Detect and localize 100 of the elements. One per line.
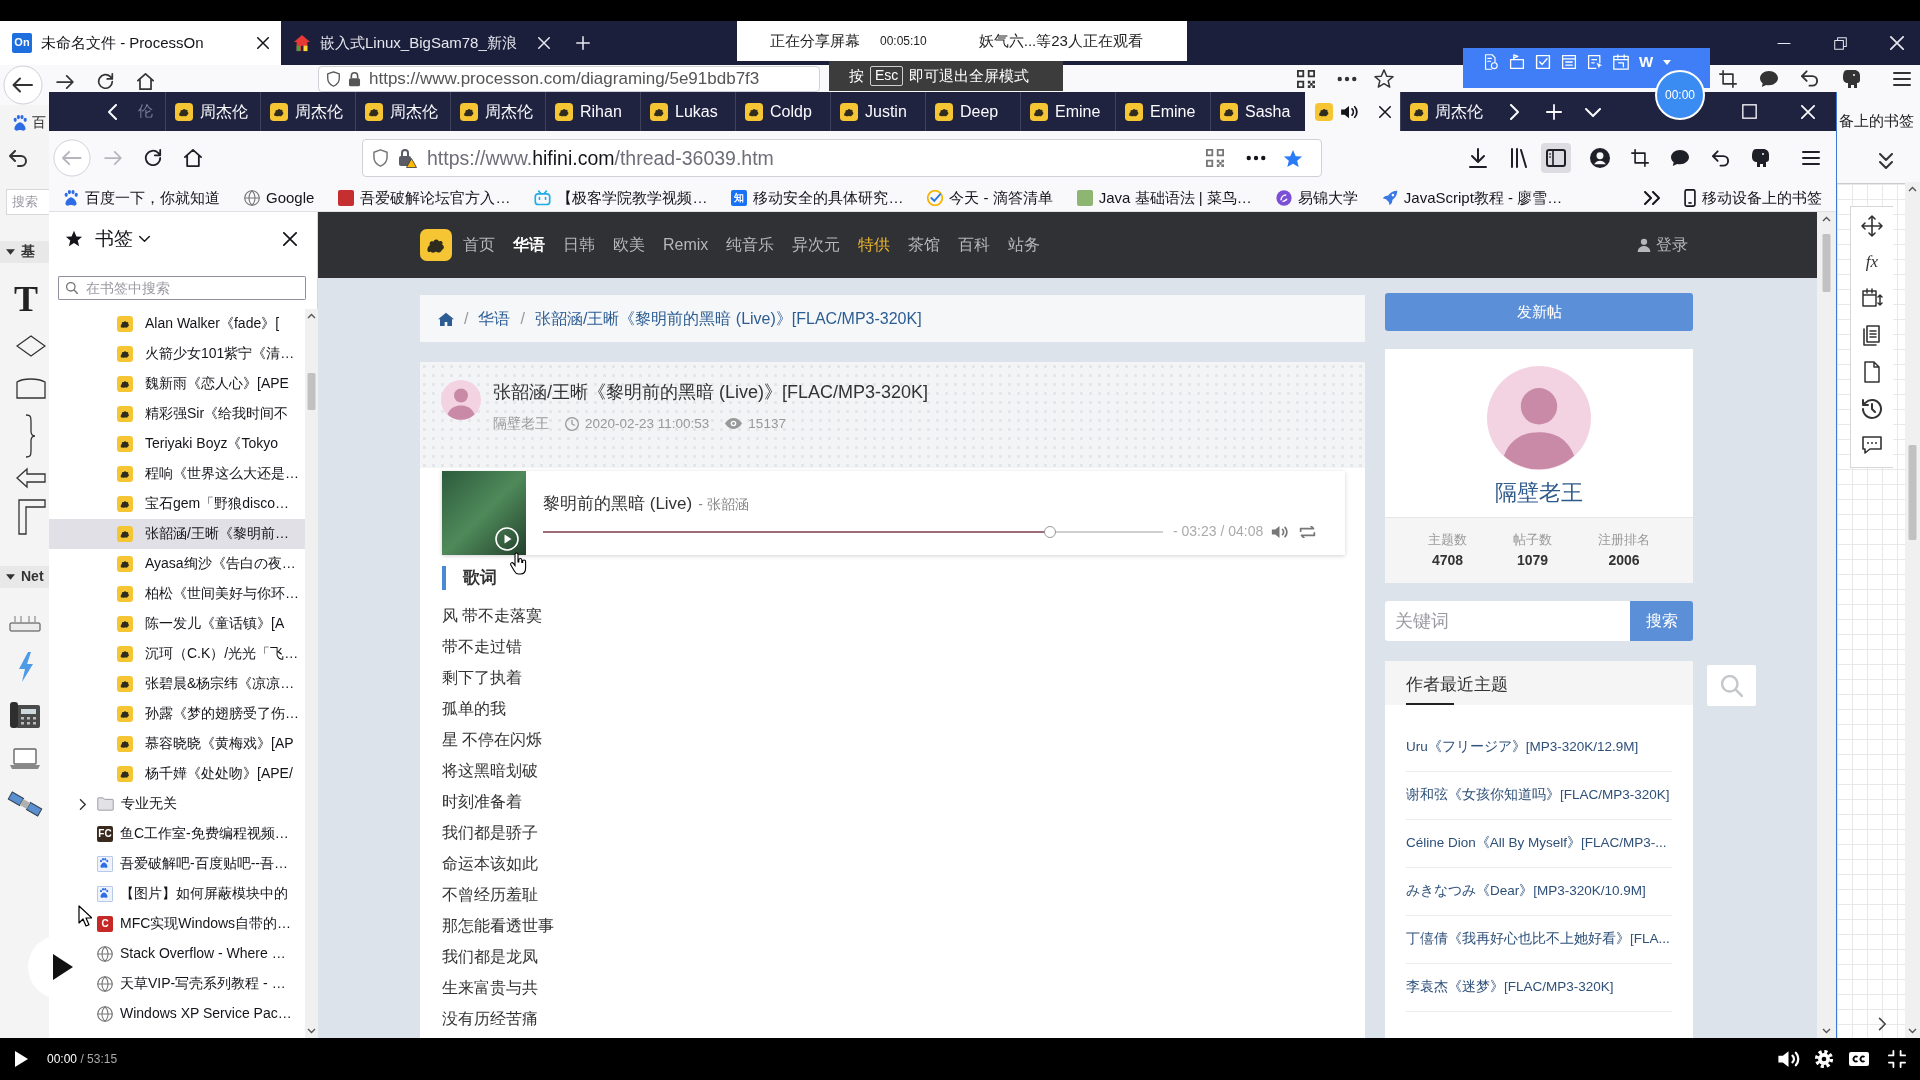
section-header[interactable]: 基 [0,240,49,263]
browser-tab[interactable]: Rihan [545,92,640,131]
user-name[interactable]: 隔壁老王 [1495,478,1583,508]
new-tab-icon[interactable] [576,36,590,50]
network-hub-icon[interactable] [9,613,41,632]
bookmark-item[interactable]: Alan Walker《fade》[ [49,309,305,339]
bookmark-item[interactable]: Windows XP Service Pac… [97,999,305,1029]
bookmark-label[interactable]: 备上的书签 [1839,112,1914,131]
bookmark-link[interactable]: 百度一下，你就知道 [63,188,220,208]
browser-tab[interactable]: 周杰伦 [260,92,355,131]
desk-phone-icon[interactable] [9,700,41,729]
browser-tab[interactable]: 周杰伦 [450,92,545,131]
bookmark-link[interactable]: 今天 - 滴答清单 [927,188,1053,208]
browser-tab[interactable]: 嵌入式Linux_BigSam78_新浪 [281,21,562,65]
nav-link[interactable]: 站务 [999,235,1050,255]
undo-icon[interactable] [8,149,28,167]
bookmark-item[interactable]: 宝石gem「野狼disco… [49,489,305,519]
maximize-icon[interactable] [1742,104,1757,119]
back-button[interactable] [3,65,43,105]
more-icon[interactable] [1246,155,1266,161]
laptop-icon[interactable] [9,747,41,770]
star-icon[interactable] [1283,148,1303,168]
caret-icon[interactable] [6,573,15,580]
bookmark-folder[interactable]: 专业无关 [72,789,305,819]
menu-icon[interactable] [1893,72,1911,86]
site-logo[interactable] [420,229,452,261]
bookmark-item[interactable]: 程响《世界这么大还是… [49,459,305,489]
bookmark-item[interactable]: 【图片】如何屏蔽模块中的 [97,879,305,909]
play-icon[interactable] [495,527,519,551]
browser-tab[interactable]: Justin [830,92,925,131]
bookmark-item[interactable]: 火箭少女101紫宁《清… [49,339,305,369]
topic-link[interactable]: 丁僖倩《我再好心也比不上她好看》[FLA... [1406,931,1670,948]
topic-link[interactable]: 谢和弦《女孩你知道吗》[FLAC/MP3-320K] [1406,787,1670,804]
pages-icon[interactable] [1861,323,1883,346]
nav-link[interactable]: 日韩 [554,235,604,255]
scrollbar[interactable] [305,309,318,1038]
browser-tab[interactable]: Emine [1115,92,1210,131]
bookmark-item[interactable]: 张韶涵/王晰《黎明前… [49,519,305,549]
close-icon[interactable] [283,231,297,246]
bookmark-link[interactable]: 吾爱破解论坛官方入… [338,188,511,208]
bookmark-link[interactable]: 移动设备上的书签 [1684,188,1822,208]
nav-link[interactable]: 百科 [949,235,1000,255]
restore-icon[interactable] [1834,36,1847,50]
bookmark-item[interactable]: Ayasa绚沙《告白の夜… [49,549,305,579]
chat-icon[interactable] [1759,70,1779,88]
bookmark-item[interactable]: 精彩强Sir《给我时间不 [49,399,305,429]
lock-warning-icon[interactable] [398,148,417,168]
account-icon[interactable] [1590,148,1610,168]
elephant-icon[interactable] [1751,148,1770,168]
more-icon[interactable] [1337,76,1357,82]
flag-box-icon[interactable] [1509,54,1525,70]
sidebar-icon[interactable] [1541,143,1571,173]
breadcrumb-link[interactable]: 华语 [478,308,511,329]
app-logo[interactable]: W [1639,54,1654,70]
bookmark-item[interactable]: 杨千嬅《处处吻》[APE/ [49,759,305,789]
arrow-shape-icon[interactable] [16,466,46,489]
list-icon[interactable] [1561,54,1577,70]
browser-tab[interactable]: Emine [1020,92,1115,131]
section-header[interactable]: Net [0,565,49,588]
browser-tab[interactable]: Deep [925,92,1020,131]
user-avatar[interactable] [1487,366,1591,470]
bookmark-item[interactable]: 慕容晓晓《黄梅戏》[AP [49,729,305,759]
cross-arrows-icon[interactable] [1861,214,1883,237]
undo-icon[interactable] [1800,70,1819,87]
bookmark-item[interactable]: 沉珂（C.K）/光光「飞… [49,639,305,669]
captions-icon[interactable] [1848,1051,1870,1067]
bookmark-link[interactable]: 易锦大学 [1275,188,1358,208]
corner-shape-icon[interactable] [18,498,46,535]
bookmark-item[interactable]: 天草VIP-写壳系列教程 - … [97,969,305,999]
bookmark-item[interactable]: Teriyaki Boyz《Tokyo [49,429,305,459]
calendar-icon[interactable] [1861,286,1883,309]
keyword-field[interactable]: 关键词 [1385,601,1630,641]
bookmark-link[interactable]: Google [244,188,315,208]
chevron-icon[interactable] [78,798,86,810]
browser-tab[interactable]: Lukas [640,92,735,131]
crop-icon[interactable] [1631,149,1649,167]
library-icon[interactable] [1510,148,1527,168]
nav-link[interactable]: 欧美 [604,235,654,255]
banner-shape-icon[interactable] [16,376,46,399]
home-icon[interactable] [137,73,154,90]
browser-tab[interactable]: Sasha [1210,92,1305,131]
volume-icon[interactable] [1777,1050,1800,1068]
nav-link[interactable]: 纯音乐 [717,235,784,255]
nav-link[interactable]: Remix [654,235,718,255]
loop-icon[interactable] [1298,526,1318,538]
bookmark-item[interactable]: FC 鱼C工作室-免费编程视频… [97,819,305,849]
home-icon[interactable] [184,149,202,167]
bookmark-link[interactable]: 【极客学院教学视频… [534,188,708,208]
browser-tab[interactable]: 周杰伦 [165,92,260,131]
browser-tab[interactable]: 周杰伦 [1400,92,1495,131]
settings-icon[interactable] [1814,1049,1834,1069]
bookmark-item[interactable]: 张碧晨&杨宗纬《凉凉… [49,669,305,699]
address-bar[interactable]: https://www.processon.com/diagraming/5e91bdb7f3 [318,66,820,92]
caret-icon[interactable] [6,248,15,255]
nav-link[interactable]: 茶馆 [899,235,950,255]
topic-link[interactable]: Uru《フリージア》[MP3-320K/12.9M] [1406,739,1639,756]
browser-tab[interactable]: 周杰伦 [355,92,450,131]
reload-icon[interactable] [144,149,162,167]
reload-icon[interactable] [97,73,114,90]
double-chevron-icon[interactable] [1879,152,1893,169]
